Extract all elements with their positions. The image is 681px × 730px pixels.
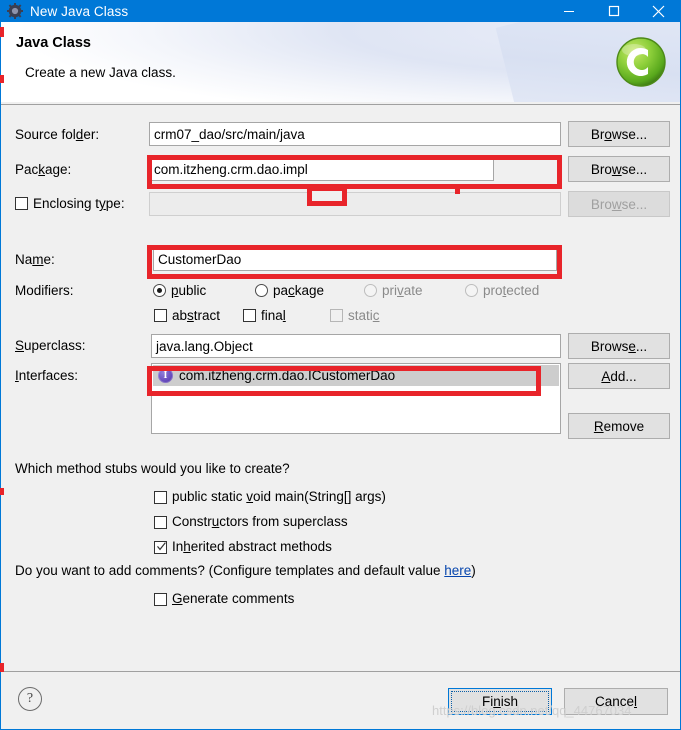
modifier-checkbox-static	[330, 309, 343, 322]
modifiers-label: Modifiers:	[15, 283, 74, 298]
minimize-icon[interactable]	[546, 0, 591, 22]
stub-label-inherited: Inherited abstract methods	[172, 539, 332, 554]
list-item[interactable]: I com.itzheng.crm.dao.ICustomerDao	[153, 365, 559, 386]
modifier-checkbox-final[interactable]	[243, 309, 256, 322]
modifier-label-package: package	[273, 283, 325, 298]
stub-label-constructors: Constructors from superclass	[172, 514, 348, 529]
name-value: CustomerDao	[158, 251, 242, 267]
source-folder-label: Source folder:	[15, 127, 100, 142]
superclass-label: Superclass:	[15, 338, 86, 353]
annotation-edge-mark-bottom	[0, 663, 4, 672]
superclass-input[interactable]: java.lang.Object	[151, 334, 561, 358]
superclass-browse-button[interactable]: Brows e...	[568, 333, 670, 359]
annotation-edge-mark-top	[0, 27, 4, 37]
page-title: Java Class	[16, 35, 91, 51]
package-input[interactable]: com.itzheng.crm.dao.impl	[149, 157, 494, 181]
window-border-left	[0, 22, 1, 730]
modifier-radio-public[interactable]	[153, 284, 166, 297]
name-input[interactable]: CustomerDao	[153, 247, 557, 271]
watermark-text: https://blog.csdn.net/qq_44767034	[432, 703, 632, 718]
title-bar: New Java Class	[0, 0, 681, 22]
interface-icon: I	[158, 368, 173, 383]
stub-checkbox-constructors[interactable]	[154, 516, 167, 529]
interface-name: com.itzheng.crm.dao.ICustomerDao	[179, 368, 396, 383]
page-description: Create a new Java class.	[25, 65, 176, 80]
modifier-radio-package[interactable]	[255, 284, 268, 297]
help-icon[interactable]: ?	[18, 687, 42, 711]
modifier-label-protected: protected	[483, 283, 540, 298]
source-folder-input[interactable]: crm07_dao/src/main/java	[149, 122, 561, 146]
generate-comments-checkbox[interactable]	[154, 593, 167, 606]
modifier-label-public: public	[171, 283, 207, 298]
stub-checkbox-main[interactable]	[154, 491, 167, 504]
modifier-label-abstract: abstract	[172, 308, 221, 323]
wizard-header: Java Class Create a new Java class.	[1, 22, 680, 102]
stub-checkbox-inherited[interactable]	[154, 541, 167, 554]
enclosing-type-checkbox[interactable]	[15, 197, 28, 210]
modifier-radio-private	[364, 284, 377, 297]
window-title: New Java Class	[30, 3, 129, 19]
close-icon[interactable]	[636, 0, 681, 22]
enclosing-type-input	[149, 192, 561, 216]
new-java-class-icon	[614, 35, 668, 89]
modifier-label-static: static	[348, 308, 380, 323]
method-stubs-question: Which method stubs would you like to cre…	[15, 461, 290, 476]
footer-bar: ? Fi n ish Cance l	[1, 672, 680, 729]
stub-label-main: public static void main(String[] args)	[172, 489, 386, 504]
form-panel: Source folder: crm07_dao/src/main/java B…	[1, 105, 680, 671]
modifier-label-private: private	[382, 283, 423, 298]
package-value: com.itzheng.crm.dao.impl	[154, 161, 308, 177]
modifier-radio-protected	[465, 284, 478, 297]
interfaces-label: Interfaces:	[15, 368, 79, 383]
source-folder-browse-button[interactable]: Br o wse...	[568, 121, 670, 147]
enclosing-type-browse-button: Bro w se...	[568, 191, 670, 217]
annotation-edge-mark-low	[0, 488, 4, 495]
superclass-value: java.lang.Object	[156, 338, 253, 354]
enclosing-type-label: Enclosing type:	[33, 196, 125, 211]
interfaces-list[interactable]: I com.itzheng.crm.dao.ICustomerDao	[151, 363, 561, 434]
name-label: Name:	[15, 252, 55, 267]
comments-question: Do you want to add comments? (Configure …	[15, 563, 476, 578]
new-java-class-dialog: New Java Class Java Class Create a new J…	[0, 0, 681, 730]
interfaces-remove-button[interactable]: Remove	[568, 413, 670, 439]
package-label: Package:	[15, 162, 72, 177]
modifier-checkbox-abstract[interactable]	[154, 309, 167, 322]
generate-comments-label: Generate comments	[172, 591, 295, 606]
annotation-edge-mark-mid	[0, 75, 4, 83]
source-folder-value: crm07_dao/src/main/java	[154, 126, 305, 142]
window-controls	[546, 0, 681, 22]
modifier-label-final: final	[261, 308, 286, 323]
configure-templates-link[interactable]: here	[444, 563, 471, 578]
interfaces-add-button[interactable]: Add...	[568, 363, 670, 389]
package-browse-button[interactable]: Bro w se...	[568, 156, 670, 182]
gear-icon	[7, 3, 23, 19]
maximize-icon[interactable]	[591, 0, 636, 22]
